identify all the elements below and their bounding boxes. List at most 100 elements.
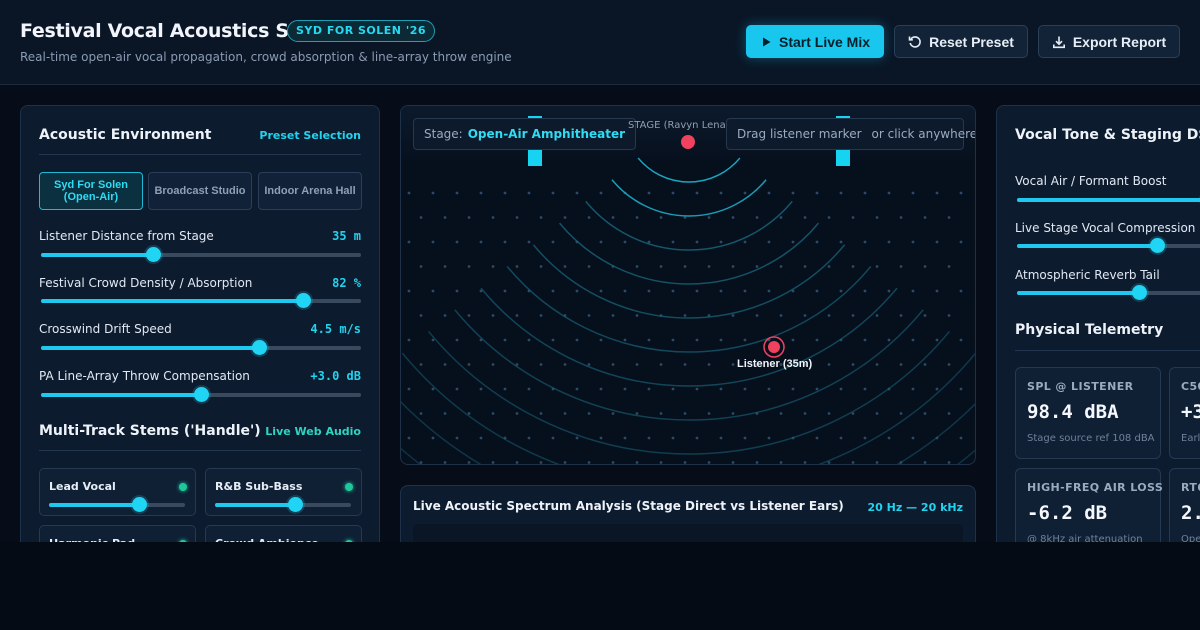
divider (39, 154, 361, 155)
air-particle (443, 265, 447, 268)
air-particle (659, 216, 663, 219)
reverb-tail-slider[interactable] (1017, 285, 1200, 300)
air-particle (851, 314, 855, 317)
air-particle (575, 436, 579, 440)
air-particle (671, 338, 675, 342)
air-particle (491, 412, 495, 415)
air-particle (719, 387, 723, 391)
vocal-compression-slider[interactable] (1017, 238, 1200, 253)
air-particle (947, 216, 951, 219)
air-particle (623, 240, 627, 244)
air-particle (887, 240, 891, 244)
air-particle (923, 363, 927, 366)
metric-value: -6.2 dB (1027, 502, 1108, 524)
air-particle (683, 265, 687, 268)
start-live-mix-label: Start Live Mix (778, 33, 871, 50)
air-particle (419, 314, 423, 317)
air-particle (647, 289, 651, 293)
air-particle (767, 191, 771, 195)
air-particle (539, 461, 543, 464)
air-particle (563, 412, 567, 415)
stem-volume-slider[interactable] (49, 497, 185, 512)
live-web-audio-link[interactable]: Live Web Audio (265, 425, 361, 438)
start-live-mix-button[interactable]: Start Live Mix (746, 25, 884, 58)
air-particle (563, 363, 567, 366)
slider-thumb[interactable] (194, 387, 209, 402)
air-particle (491, 265, 495, 268)
air-particle (671, 289, 675, 293)
wavefront-ring (480, 287, 898, 387)
air-particle (815, 289, 819, 293)
air-particle (659, 265, 663, 268)
air-particle (899, 412, 903, 415)
stage-prefix: Stage: (424, 127, 463, 141)
air-particle (659, 461, 663, 464)
slider-thumb[interactable] (251, 340, 267, 355)
download-icon (1052, 35, 1066, 49)
venue-badge: SYD FOR SOLEN '26 (287, 20, 436, 42)
wavefront-ring (558, 222, 820, 285)
slider-thumb[interactable] (1132, 285, 1148, 300)
app-title: Festival Vocal Acoustics Sim (20, 20, 315, 42)
slider-thumb[interactable] (131, 497, 147, 512)
air-particle (923, 216, 927, 219)
distance-slider[interactable] (41, 247, 361, 262)
line-array-slider[interactable] (41, 387, 361, 402)
air-particle (695, 240, 699, 244)
hint-prefix: Drag listener marker (737, 127, 862, 141)
slider-thumb[interactable] (146, 247, 161, 262)
air-particle (455, 289, 459, 293)
slider-thumb[interactable] (296, 293, 312, 308)
air-particle (563, 216, 567, 219)
listener-label: Listener (35m) (737, 358, 813, 370)
air-particle (539, 363, 543, 366)
slider-thumb[interactable] (288, 497, 304, 512)
air-particle (779, 216, 783, 219)
air-particle (875, 412, 879, 415)
metric-label: SPL @ LISTENER (1027, 380, 1134, 393)
air-particle (695, 289, 699, 293)
air-particle (503, 387, 507, 391)
air-particle (671, 191, 675, 195)
air-particle (611, 363, 615, 366)
reset-preset-button[interactable]: Reset Preset (894, 25, 1028, 58)
air-particle (623, 338, 627, 342)
drag-hint-pill: Drag listener marker or click anywhere (726, 118, 975, 150)
crowd-density-slider[interactable] (41, 293, 361, 308)
preset-broadcast-studio[interactable]: Broadcast Studio (148, 172, 252, 210)
listener-marker[interactable] (768, 341, 780, 353)
crosswind-slider[interactable] (41, 340, 361, 355)
preset-syd-for-solen[interactable]: Syd For Solen (Open-Air) (39, 172, 143, 210)
air-particle (863, 338, 867, 342)
air-particle (731, 412, 735, 415)
air-particle (431, 191, 435, 195)
air-particle (455, 338, 459, 342)
air-particle (827, 412, 831, 415)
air-particle (803, 461, 807, 464)
stem-volume-slider[interactable] (215, 497, 351, 512)
viewport-footer (0, 542, 1200, 630)
air-particle (455, 436, 459, 440)
vocal-air-slider[interactable] (1017, 198, 1200, 202)
metric-label: RT6 (1181, 481, 1200, 494)
air-particle (647, 436, 651, 440)
air-particle (539, 314, 543, 317)
air-particle (959, 240, 963, 244)
export-report-button[interactable]: Export Report (1038, 25, 1180, 58)
air-particle (635, 216, 639, 219)
metric-value: +3 (1181, 401, 1200, 423)
slider-thumb[interactable] (1149, 238, 1165, 253)
wavefront-canvas[interactable] (401, 106, 976, 465)
wavefront-rings (401, 157, 975, 464)
air-particle (947, 265, 951, 268)
preset-selection-link[interactable]: Preset Selection (259, 129, 361, 142)
air-particle (587, 461, 591, 464)
air-particle (887, 436, 891, 440)
stage-name: Open-Air Amphitheater (467, 127, 626, 141)
air-particle (707, 216, 711, 219)
propagation-field[interactable]: Stage: Open-Air Amphitheater STAGE (Ravyn… (400, 105, 976, 465)
air-particle (779, 265, 783, 268)
acoustic-environment-panel: Acoustic Environment Preset Selection Sy… (20, 105, 380, 555)
preset-indoor-arena[interactable]: Indoor Arena Hall (258, 172, 362, 210)
wavefront-ring (532, 244, 846, 319)
